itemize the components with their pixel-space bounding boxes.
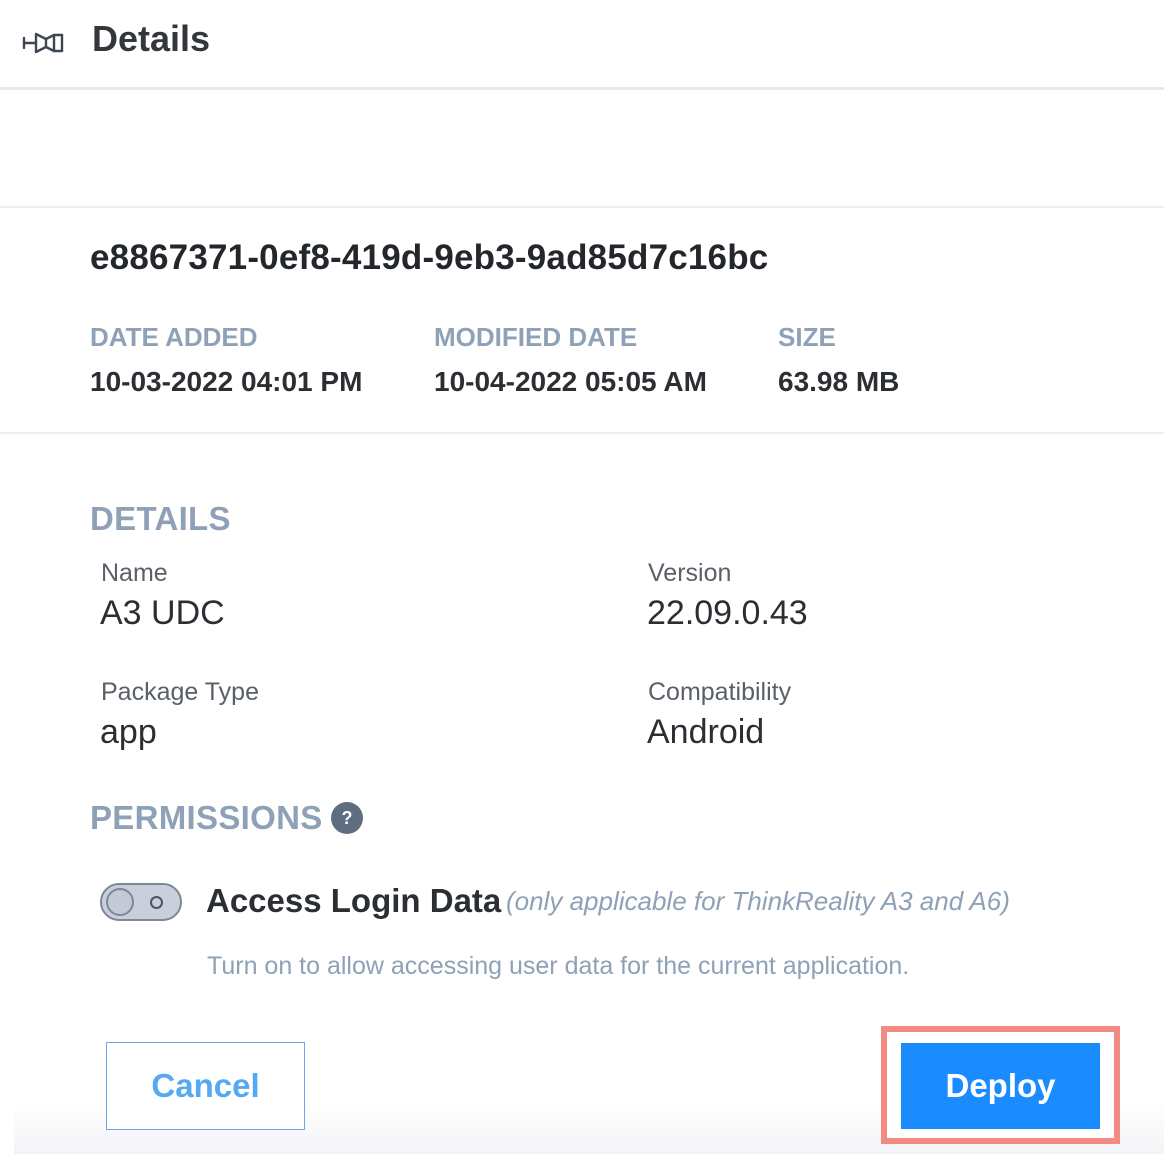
cancel-button[interactable]: Cancel	[106, 1042, 305, 1130]
version-label: Version	[648, 559, 732, 587]
size-value: 63.98 MB	[778, 366, 900, 397]
details-section-title: DETAILS	[90, 500, 231, 537]
access-login-description: Turn on to allow accessing user data for…	[207, 952, 910, 980]
deploy-button[interactable]: Deploy	[901, 1043, 1100, 1129]
help-icon[interactable]: ?	[331, 802, 363, 834]
divider	[0, 206, 1164, 208]
package-type-label: Package Type	[101, 678, 259, 706]
permissions-section-title: PERMISSIONS	[90, 799, 323, 836]
package-deploy-icon	[22, 26, 66, 60]
panel-header: Details	[0, 0, 1164, 90]
package-type-value: app	[100, 713, 157, 751]
date-added-value: 10-03-2022 04:01 PM	[90, 366, 363, 397]
name-label: Name	[101, 559, 168, 587]
name-value: A3 UDC	[100, 594, 225, 632]
version-value: 22.09.0.43	[647, 594, 808, 632]
size-label: SIZE	[778, 322, 836, 352]
modified-date-label: MODIFIED DATE	[434, 322, 638, 352]
divider	[0, 432, 1164, 434]
modified-date-value: 10-04-2022 05:05 AM	[434, 366, 707, 397]
access-login-toggle[interactable]	[100, 883, 182, 921]
compatibility-label: Compatibility	[648, 678, 792, 706]
page-title: Details	[92, 18, 211, 59]
toggle-off-icon	[150, 896, 163, 909]
access-login-label: Access Login Data	[206, 882, 502, 919]
access-login-note: (only applicable for ThinkReality A3 and…	[506, 886, 1010, 916]
toggle-knob	[106, 888, 134, 916]
date-added-label: DATE ADDED	[90, 322, 258, 352]
compatibility-value: Android	[647, 713, 765, 751]
package-id: e8867371-0ef8-419d-9eb3-9ad85d7c16bc	[90, 238, 769, 277]
